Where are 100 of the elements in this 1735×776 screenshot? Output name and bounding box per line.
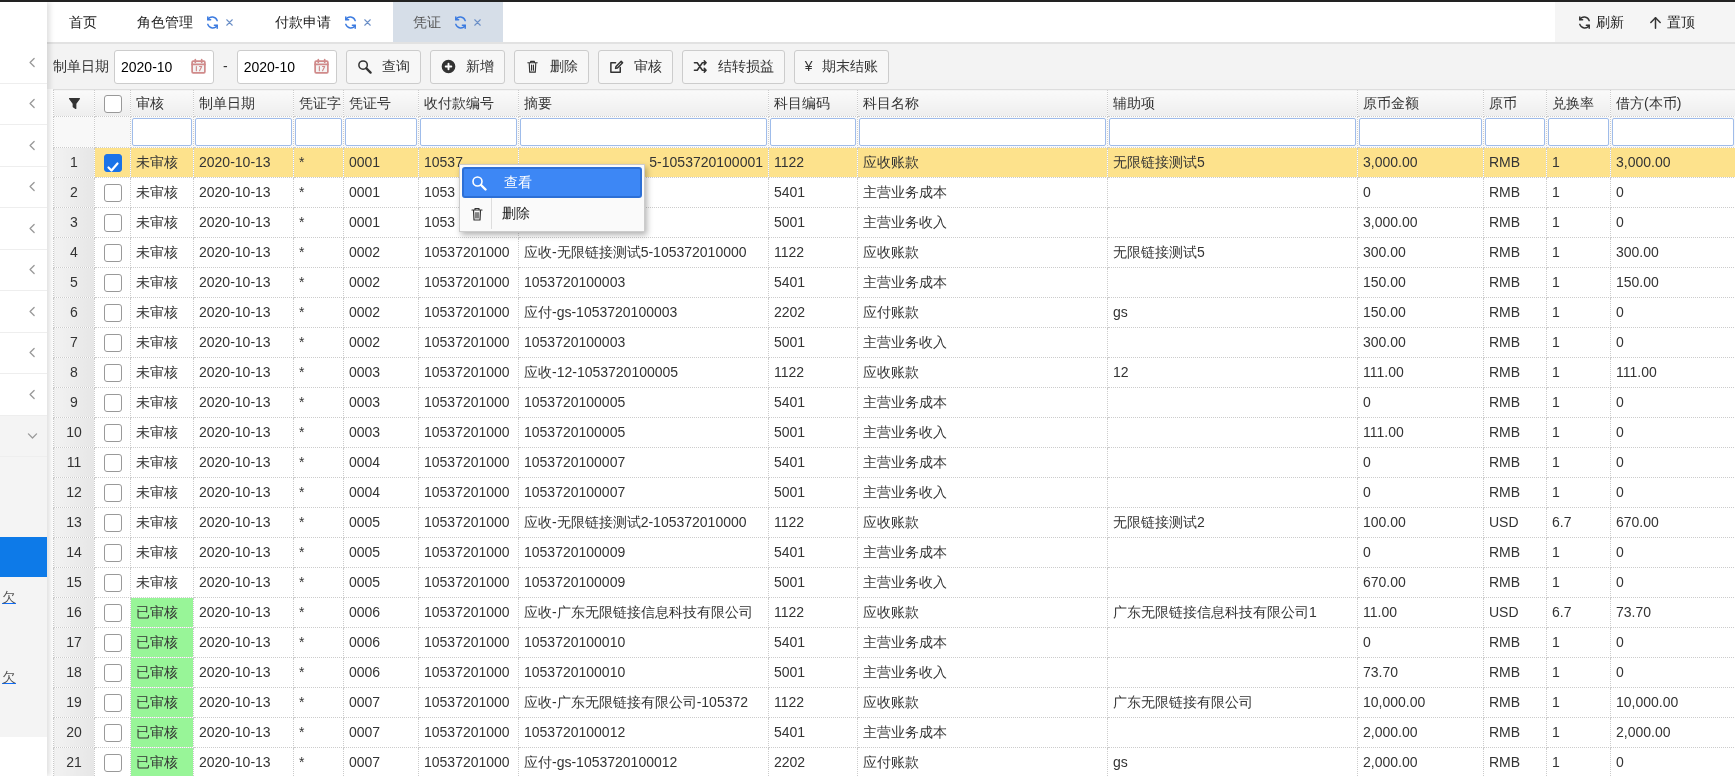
filter-field[interactable]	[195, 118, 292, 146]
table-cell: 2020-10-13	[199, 364, 271, 380]
arrow-up-icon	[1648, 14, 1663, 30]
table-cell: 1	[1552, 454, 1560, 470]
row-checkbox[interactable]	[103, 694, 122, 713]
row-checkbox[interactable]	[103, 544, 122, 563]
row-checkbox[interactable]	[103, 214, 122, 233]
table-cell: 6.7	[1552, 604, 1572, 620]
row-number: 20	[66, 724, 82, 740]
sidebar-item[interactable]: 欠	[0, 657, 47, 697]
table-cell: 已审核	[136, 634, 178, 650]
row-checkbox[interactable]	[103, 334, 122, 353]
row-checkbox[interactable]	[103, 604, 122, 623]
table-cell: 300.00	[1616, 244, 1659, 260]
table-cell: 主营业务成本	[863, 724, 947, 740]
menu-item[interactable]: 删除	[462, 198, 642, 229]
sidebar-item[interactable]: 欠	[0, 577, 47, 617]
table-cell: 10537201000	[424, 394, 510, 410]
row-checkbox[interactable]	[103, 664, 122, 683]
column-header: 辅助项	[1113, 94, 1155, 111]
table-cell: 0	[1616, 304, 1624, 320]
row-checkbox[interactable]	[103, 364, 122, 383]
table-cell: 5401	[774, 184, 806, 200]
row-checkbox[interactable]	[103, 454, 122, 473]
row-checkbox[interactable]	[103, 724, 122, 743]
table-cell: *	[299, 394, 305, 410]
filter-field[interactable]	[295, 118, 342, 146]
toolbar-button[interactable]: 查询	[345, 49, 421, 84]
row-checkbox[interactable]	[103, 424, 122, 443]
filter-field[interactable]	[132, 118, 192, 146]
table-cell: 0	[1616, 334, 1624, 350]
select-all-checkbox[interactable]	[103, 94, 122, 113]
pin-top-button[interactable]: 置顶	[1648, 11, 1695, 33]
filter-field[interactable]	[1485, 118, 1545, 146]
menu-item[interactable]: 查看	[462, 167, 642, 198]
table-cell: RMB	[1489, 214, 1521, 230]
filter-field[interactable]	[345, 118, 417, 146]
table-cell: 0005	[349, 574, 381, 590]
toolbar-button[interactable]: 审核	[597, 49, 673, 84]
table-cell: 0	[1616, 424, 1624, 440]
table-cell: 0	[1616, 544, 1624, 560]
date-field[interactable]: 2020-10	[114, 49, 214, 84]
table-cell: 0	[1616, 574, 1624, 590]
filter-field[interactable]	[1359, 118, 1482, 146]
close-icon	[472, 16, 483, 28]
table-cell: 2020-10-13	[199, 184, 271, 200]
table-cell: 0	[1363, 454, 1371, 470]
sidebar-item[interactable]	[0, 497, 47, 537]
tab[interactable]: 首页	[47, 2, 117, 42]
row-checkbox[interactable]	[103, 274, 122, 293]
table-cell: 主营业务成本	[863, 634, 947, 650]
toolbar-button[interactable]: 删除	[513, 49, 589, 84]
row-checkbox[interactable]	[103, 394, 122, 413]
table-cell: 2020-10-13	[199, 424, 271, 440]
table-cell: 1122	[774, 694, 805, 710]
row-checkbox[interactable]	[103, 634, 122, 653]
table-cell: 0	[1616, 484, 1624, 500]
tab[interactable]: 角色管理	[117, 2, 255, 42]
table-cell: *	[299, 724, 305, 740]
filter-field[interactable]	[770, 118, 856, 146]
date-field[interactable]: 2020-10	[236, 49, 337, 84]
table-cell: 0003	[349, 364, 381, 380]
row-checkbox[interactable]	[103, 514, 122, 533]
filter-field[interactable]	[520, 118, 767, 146]
filter-field[interactable]	[1109, 118, 1356, 146]
table-cell: 5-1053720100001	[649, 154, 763, 170]
row-checkbox[interactable]	[103, 574, 122, 593]
sidebar-item[interactable]	[0, 697, 47, 737]
row-checkbox[interactable]	[103, 244, 122, 263]
table-cell: *	[299, 694, 305, 710]
filter-field[interactable]	[420, 118, 517, 146]
toolbar-button[interactable]: ¥ 期末结账	[793, 49, 890, 84]
filter-field[interactable]	[859, 118, 1106, 146]
sidebar-item[interactable]	[0, 537, 47, 577]
row-number: 17	[66, 634, 82, 650]
table-cell: 0001	[349, 214, 381, 230]
table-cell: 未审核	[136, 214, 178, 230]
table-cell: 未审核	[136, 394, 178, 410]
refresh-button[interactable]: 刷新	[1577, 11, 1624, 33]
table-cell: 未审核	[136, 424, 178, 440]
row-checkbox[interactable]	[103, 154, 122, 173]
tab[interactable]: 付款申请	[255, 2, 393, 42]
table-cell: *	[299, 274, 305, 290]
table-cell: 1053720100007	[524, 484, 626, 500]
toolbar-button[interactable]: 新增	[429, 49, 505, 84]
row-checkbox[interactable]	[103, 184, 122, 203]
row-checkbox[interactable]	[103, 304, 122, 323]
toolbar-button[interactable]: 结转损益	[681, 49, 785, 84]
filter-field[interactable]	[1612, 118, 1734, 146]
row-number: 13	[66, 514, 82, 530]
table-cell: 10537201000	[424, 454, 510, 470]
sidebar-item[interactable]	[0, 415, 47, 457]
row-checkbox[interactable]	[103, 754, 122, 773]
table-cell: 5001	[774, 214, 806, 230]
table-cell: 1	[1552, 394, 1560, 410]
tab[interactable]: 凭证	[393, 2, 503, 42]
table-cell: 未审核	[136, 574, 178, 590]
row-checkbox[interactable]	[103, 484, 122, 503]
filter-field[interactable]	[1548, 118, 1609, 146]
table-cell: 2020-10-13	[199, 754, 271, 770]
